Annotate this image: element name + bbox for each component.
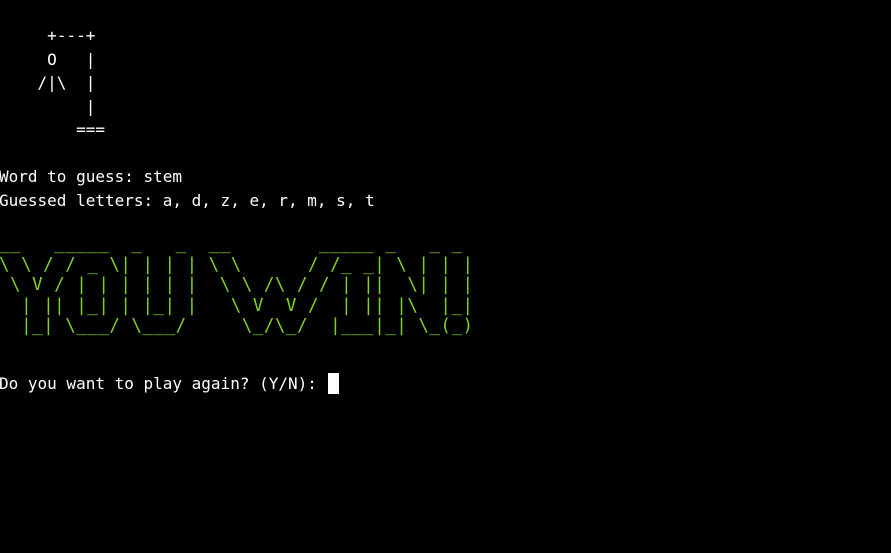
guessed-letters-line: Guessed letters: a, d, z, e, r, m, s, t <box>0 190 375 210</box>
play-again-prompt-line[interactable]: Do you want to play again? (Y/N): <box>0 372 891 396</box>
hangman-gallows-art: +---+ O | /|\ | | === <box>37 26 105 139</box>
play-again-prompt: Do you want to play again? (Y/N): <box>0 373 317 393</box>
text-cursor[interactable] <box>327 372 339 394</box>
word-to-guess-line: Word to guess: stem <box>0 167 183 186</box>
you-win-banner: __ _____ _ _ __ _____ _ _ _ \ \ / / _ \|… <box>0 234 474 336</box>
terminal-window[interactable]: +---+ O | /|\ | | === Word to guess: ste… <box>0 24 891 553</box>
